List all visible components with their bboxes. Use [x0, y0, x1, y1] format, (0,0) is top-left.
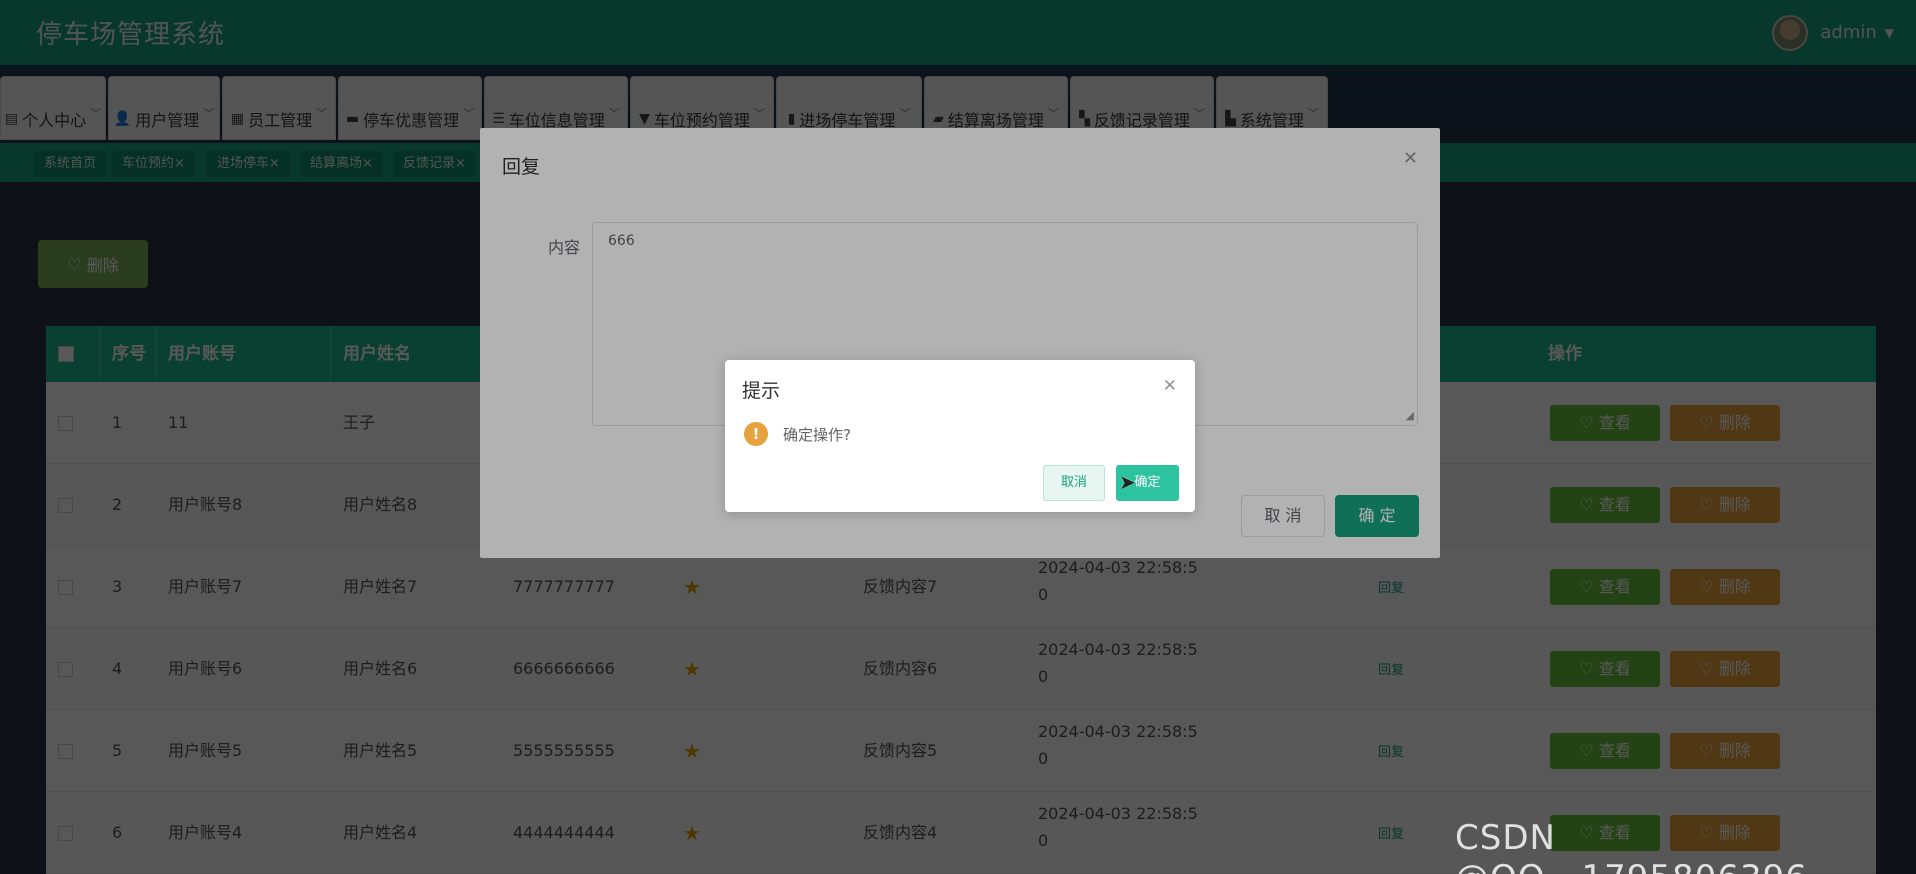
confirm-title: 提示	[742, 380, 781, 402]
watermark: CSDN @QQ__1795806396	[1455, 818, 1807, 874]
close-icon[interactable]: ✕	[1163, 376, 1177, 396]
confirm-message: 确定操作?	[783, 426, 851, 444]
mouse-cursor-icon: ➤	[1119, 470, 1136, 494]
confirm-cancel-button[interactable]: 取消	[1043, 465, 1105, 501]
warning-icon: !	[744, 422, 768, 446]
